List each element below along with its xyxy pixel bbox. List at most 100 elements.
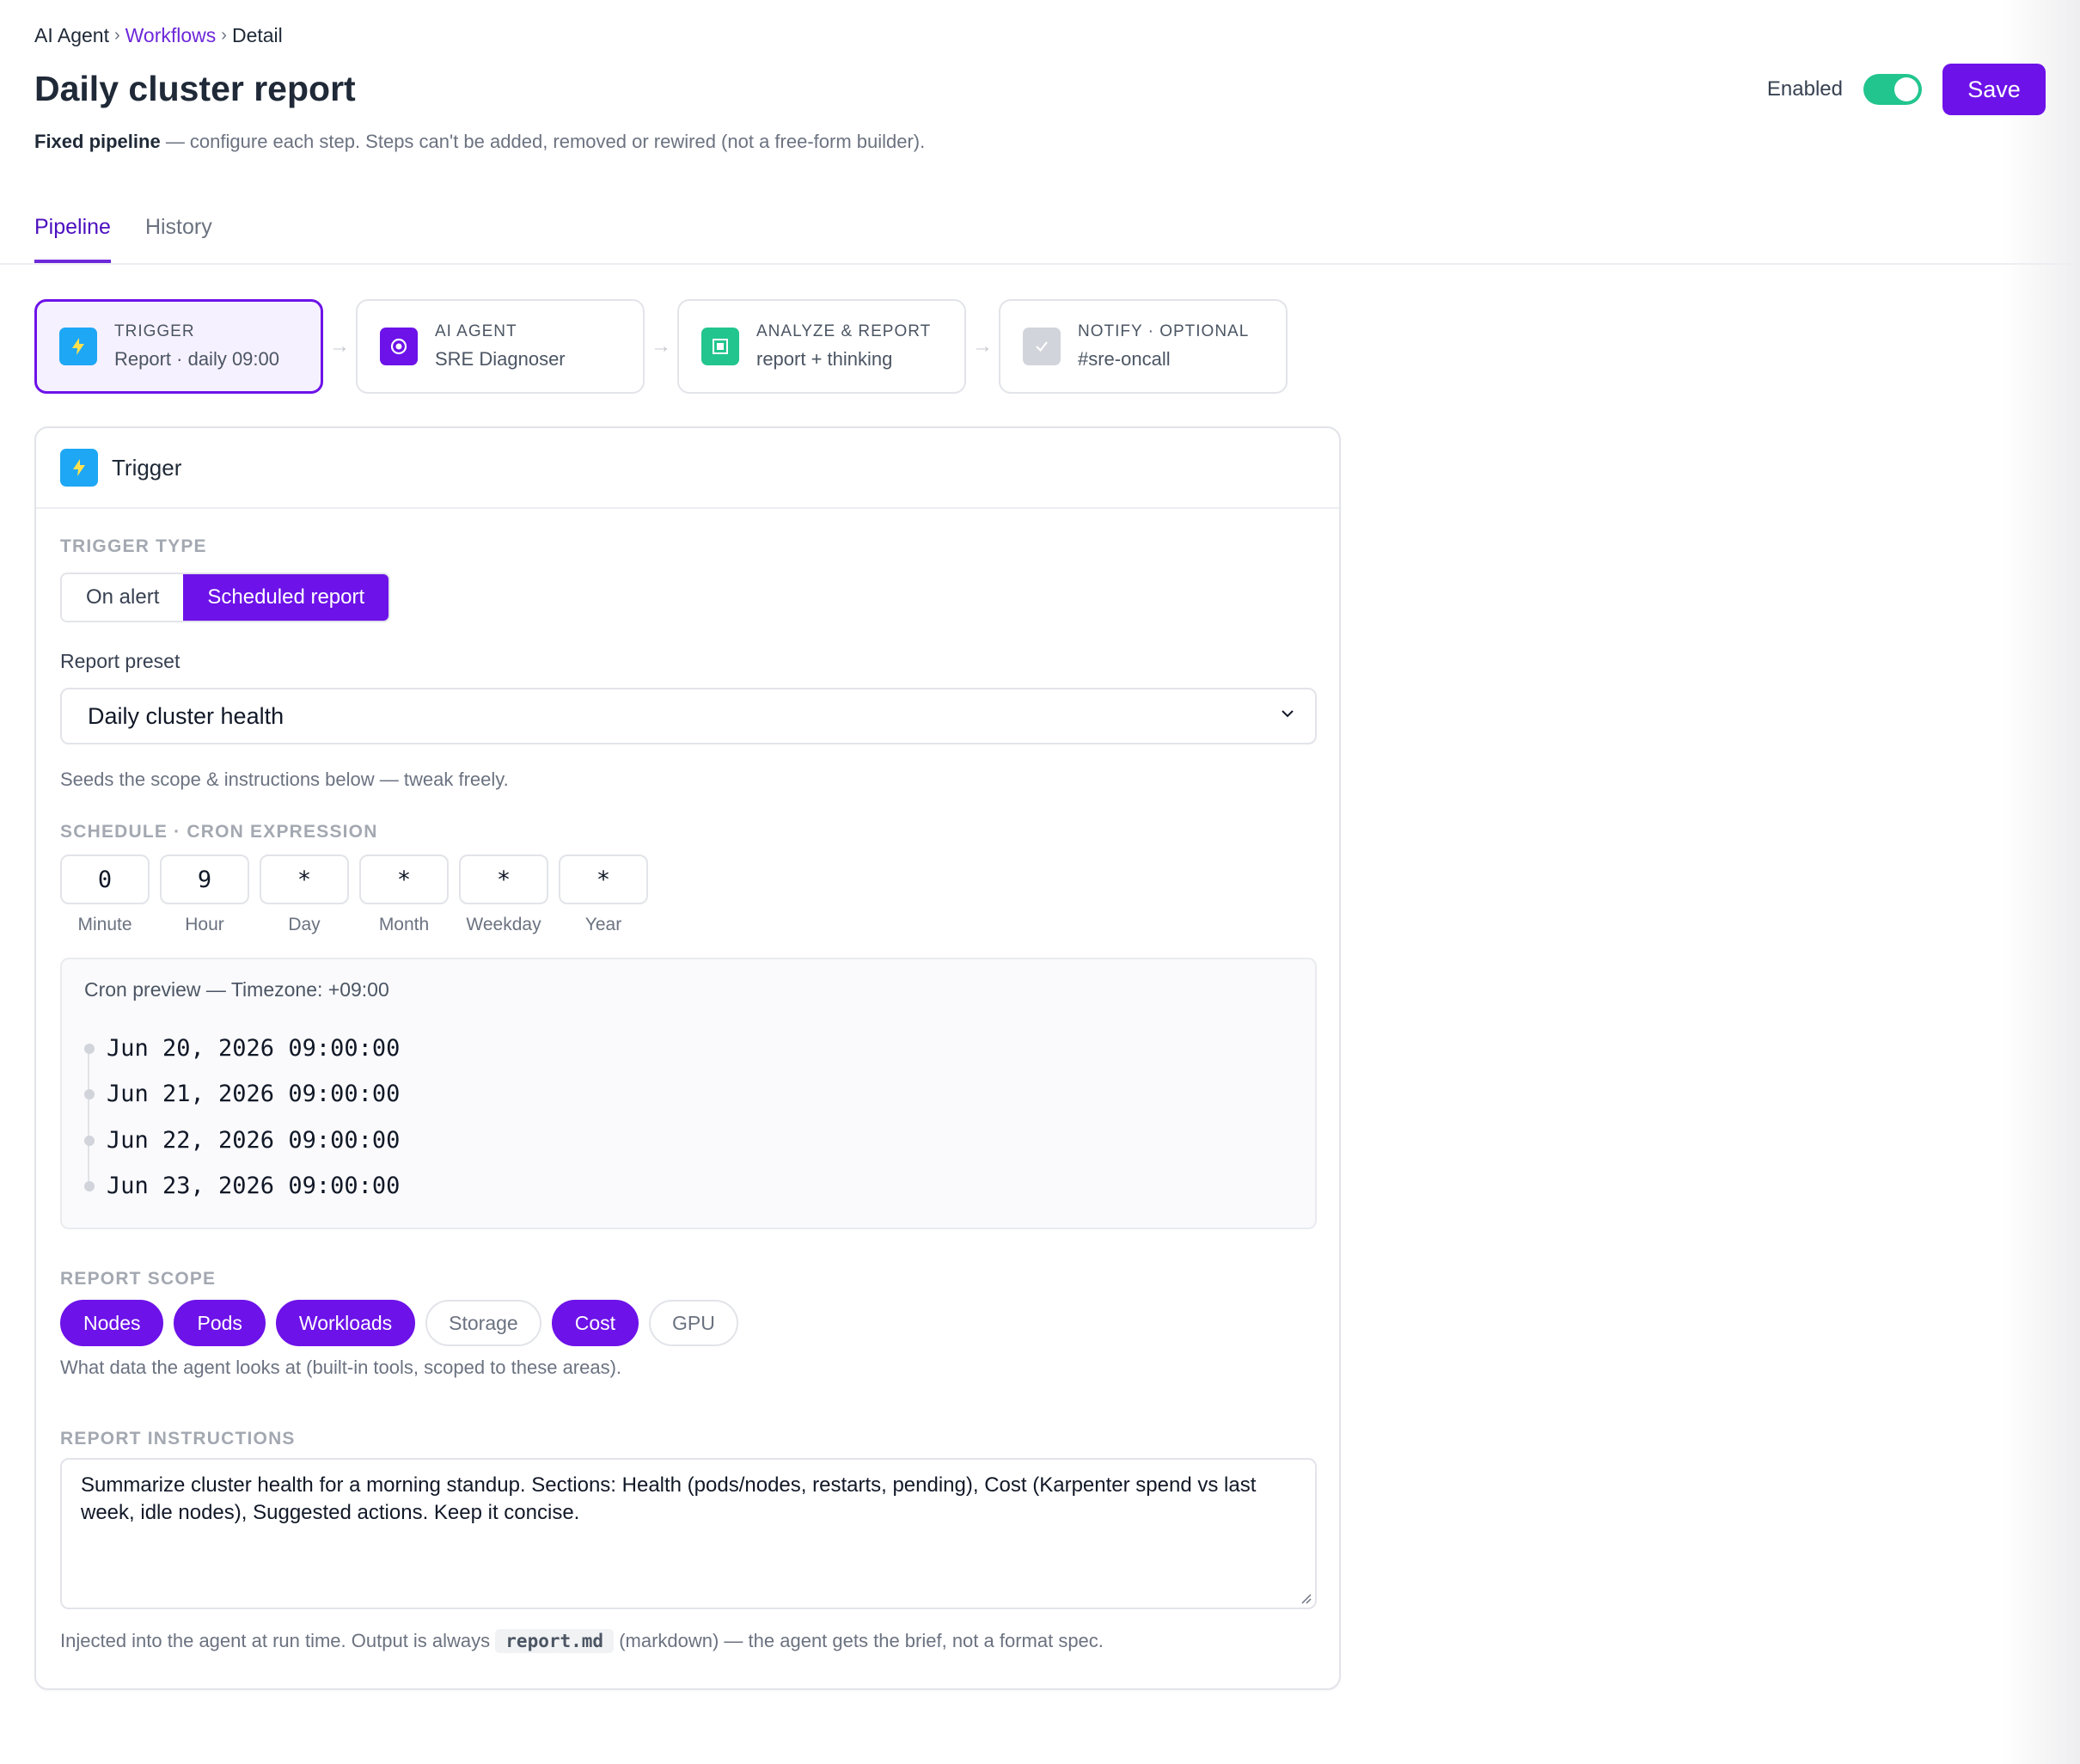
step-sub: Report · daily 09:00 — [114, 348, 279, 370]
cron-caption: Minute — [77, 915, 132, 934]
resize-handle-icon[interactable] — [1300, 1592, 1312, 1604]
cron-weekday: * Weekday — [459, 854, 548, 935]
step-sub: SRE Diagnoser — [435, 348, 566, 370]
cron-day-input[interactable]: * — [260, 854, 349, 904]
header-actions: Enabled Save — [1767, 64, 2046, 115]
breadcrumb-separator: › — [113, 26, 120, 45]
preview-date: Jun 21, 2026 09:00:00 — [107, 1081, 401, 1107]
report-scope-label: REPORT SCOPE — [60, 1269, 217, 1289]
cron-caption: Year — [584, 915, 622, 934]
report-preset-select[interactable]: Daily cluster health — [60, 688, 1317, 744]
chevron-down-icon — [1282, 710, 1294, 718]
cron-month-input[interactable]: * — [359, 854, 449, 904]
step-label: NOTIFY · OPTIONAL — [1078, 322, 1250, 340]
cron-month: * Month — [359, 854, 449, 935]
page-subtitle: Fixed pipeline — configure each step. St… — [34, 131, 925, 153]
check-icon — [1023, 328, 1061, 365]
card-header: Trigger — [36, 428, 1339, 509]
report-preset-label: Report preset — [60, 650, 180, 672]
subtitle-text: — configure each step. Steps can't be ad… — [160, 131, 926, 152]
cron-caption: Hour — [185, 915, 224, 934]
trigger-type-selector: On alert Scheduled report — [60, 573, 391, 622]
tabs-divider — [0, 263, 2080, 265]
cron-caption: Month — [378, 915, 430, 934]
breadcrumb-root[interactable]: AI Agent — [34, 24, 109, 47]
cron-minute-input[interactable]: 0 — [60, 854, 150, 904]
enabled-toggle[interactable] — [1863, 74, 1922, 105]
scope-chip-gpu[interactable]: GPU — [649, 1300, 738, 1346]
tab-bar: Pipeline History — [34, 210, 212, 263]
card-title: Trigger — [112, 454, 182, 481]
trigger-type-label: TRIGGER TYPE — [60, 536, 207, 556]
trigger-card: Trigger TRIGGER TYPE On alert Scheduled … — [34, 426, 1341, 1690]
target-icon — [380, 328, 418, 365]
step-notify[interactable]: NOTIFY · OPTIONAL #sre-oncall — [999, 299, 1288, 394]
report-icon — [701, 328, 739, 365]
report-preset-value: Daily cluster health — [88, 702, 284, 729]
breadcrumb-separator: › — [221, 26, 227, 45]
footer-text: Injected into the agent at run time. Out… — [60, 1630, 496, 1651]
timeline-dot — [84, 1180, 95, 1191]
toggle-knob — [1894, 77, 1918, 101]
report-scope-chips: Nodes Pods Workloads Storage Cost GPU — [60, 1300, 738, 1346]
scope-chip-nodes[interactable]: Nodes — [60, 1300, 164, 1346]
tab-pipeline[interactable]: Pipeline — [34, 210, 111, 263]
timeline-dot — [84, 1135, 95, 1146]
preview-date-item: Jun 23, 2026 09:00:00 — [84, 1173, 400, 1199]
enabled-label: Enabled — [1766, 77, 1843, 101]
cron-weekday-input[interactable]: * — [459, 854, 548, 904]
tab-history[interactable]: History — [145, 210, 212, 263]
preview-date: Jun 22, 2026 09:00:00 — [107, 1127, 401, 1154]
output-filename-code: report.md — [495, 1629, 615, 1653]
arrow-icon: → — [972, 334, 993, 358]
report-instructions-text: Summarize cluster health for a morning s… — [81, 1473, 1257, 1524]
schedule-label: SCHEDULE · CRON EXPRESSION — [60, 822, 378, 842]
scope-chip-pods[interactable]: Pods — [174, 1300, 266, 1346]
step-label: ANALYZE & REPORT — [756, 322, 932, 340]
step-ai-agent[interactable]: AI AGENT SRE Diagnoser — [356, 299, 645, 394]
timeline-dot — [84, 1088, 95, 1099]
step-label: TRIGGER — [114, 322, 195, 340]
step-sub: report + thinking — [756, 348, 893, 370]
report-preset-hint: Seeds the scope & instructions below — t… — [60, 769, 509, 790]
breadcrumb: AI Agent › Workflows › Detail — [34, 24, 283, 47]
step-analyze-report[interactable]: ANALYZE & REPORT report + thinking — [677, 299, 966, 394]
cron-hour-input[interactable]: 9 — [160, 854, 249, 904]
trigger-option-scheduled-report[interactable]: Scheduled report — [183, 574, 389, 621]
trigger-option-on-alert[interactable]: On alert — [62, 574, 184, 621]
cron-fields: 0 Minute 9 Hour * Day * Month * Weekday … — [60, 854, 648, 935]
cron-day: * Day — [260, 854, 349, 935]
preview-date: Jun 20, 2026 09:00:00 — [107, 1035, 401, 1062]
report-instructions-textarea[interactable]: Summarize cluster health for a morning s… — [60, 1458, 1317, 1609]
step-trigger[interactable]: TRIGGER Report · daily 09:00 — [34, 299, 323, 394]
preview-date-item: Jun 20, 2026 09:00:00 — [84, 1035, 400, 1062]
step-sub: #sre-oncall — [1078, 348, 1171, 370]
lightning-icon — [60, 449, 98, 487]
step-label: AI AGENT — [435, 322, 517, 340]
timeline-dot — [84, 1043, 95, 1054]
instructions-footer: Injected into the agent at run time. Out… — [60, 1629, 1104, 1653]
breadcrumb-current: Detail — [231, 24, 283, 46]
cron-caption: Day — [288, 915, 321, 934]
arrow-icon: → — [329, 334, 350, 358]
preview-date: Jun 23, 2026 09:00:00 — [107, 1173, 401, 1199]
page-title: Daily cluster report — [34, 69, 356, 108]
scope-chip-workloads[interactable]: Workloads — [275, 1300, 416, 1346]
breadcrumb-workflows-link[interactable]: Workflows — [125, 24, 217, 47]
pipeline-steps: TRIGGER Report · daily 09:00 → AI AGENT … — [34, 299, 1288, 394]
scope-chip-cost[interactable]: Cost — [551, 1300, 639, 1346]
cron-hour: 9 Hour — [160, 854, 249, 935]
cron-year-input[interactable]: * — [559, 854, 648, 904]
lightning-icon — [59, 328, 97, 365]
footer-text: (markdown) — the agent gets the brief, n… — [614, 1630, 1104, 1651]
preview-date-item: Jun 22, 2026 09:00:00 — [84, 1127, 400, 1154]
cron-year: * Year — [559, 854, 648, 935]
cron-preview: Cron preview — Timezone: +09:00 Jun 20, … — [60, 958, 1317, 1229]
save-button[interactable]: Save — [1942, 64, 2046, 115]
scope-chip-storage[interactable]: Storage — [425, 1300, 541, 1346]
report-scope-hint: What data the agent looks at (built-in t… — [60, 1357, 622, 1378]
report-instructions-label: REPORT INSTRUCTIONS — [60, 1429, 296, 1449]
cron-caption: Weekday — [466, 915, 541, 934]
subtitle-emphasis: Fixed pipeline — [34, 131, 161, 152]
cron-preview-title: Cron preview — Timezone: +09:00 — [84, 978, 389, 1001]
